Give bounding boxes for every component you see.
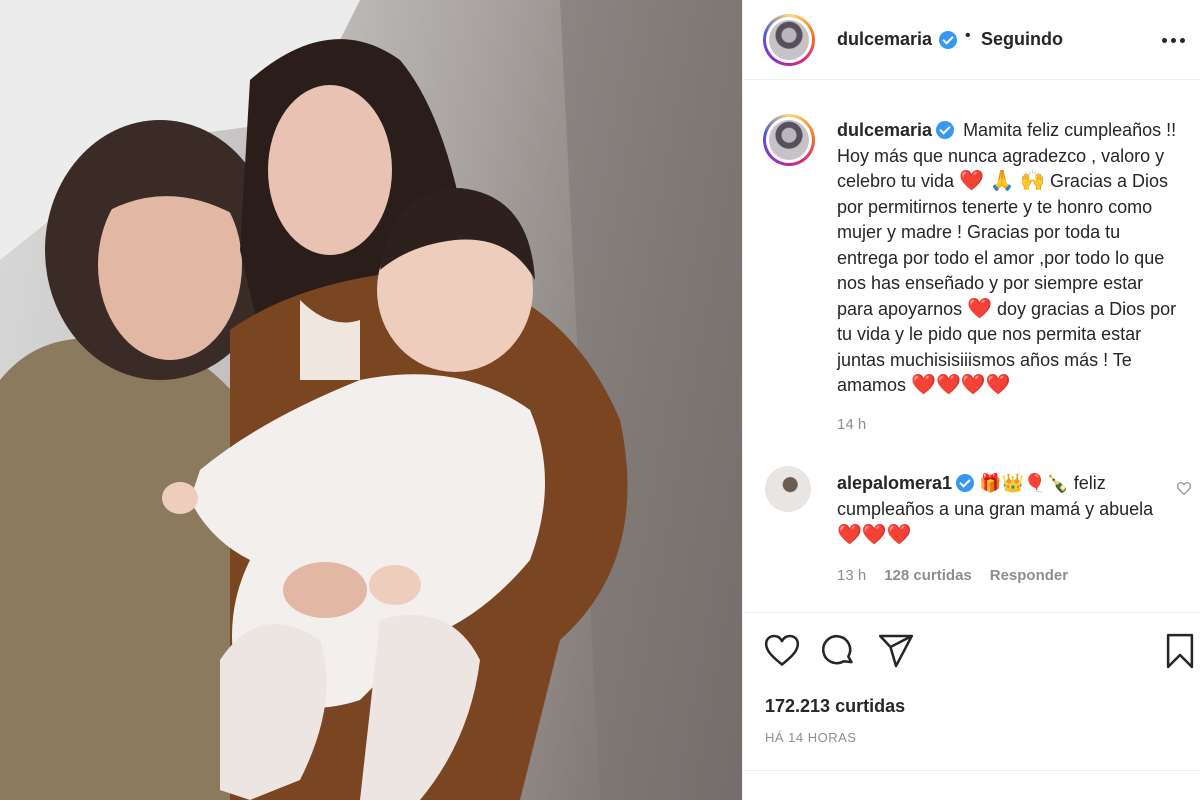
post-photo[interactable]: [0, 0, 742, 800]
more-options-icon[interactable]: [1155, 28, 1191, 52]
comment-like-icon[interactable]: [1176, 482, 1192, 499]
comment-reply-button[interactable]: Responder: [990, 567, 1068, 584]
add-comment-divider: [743, 770, 1200, 771]
post-caption: dulcemaria Mamita feliz cumpleaños !! Ho…: [837, 118, 1177, 399]
header-separator: •: [965, 27, 971, 44]
emoji-group-2: ❤️: [967, 297, 993, 320]
comment-emoji-1: 🎁👑🎈🍾: [979, 473, 1069, 493]
following-button[interactable]: Seguindo: [981, 29, 1063, 50]
comment-bubble-icon[interactable]: [819, 632, 857, 670]
verified-badge-icon: [936, 121, 955, 139]
header-username[interactable]: dulcemaria: [837, 29, 932, 50]
heart-outline-icon[interactable]: [763, 632, 801, 670]
profile-avatar-icon[interactable]: [763, 14, 815, 66]
emoji-group-3: ❤️❤️❤️❤️: [911, 374, 1011, 396]
bookmark-icon[interactable]: [1161, 632, 1199, 670]
caption-timestamp[interactable]: 14 h: [837, 416, 866, 433]
post-header: dulcemaria • Seguindo: [743, 0, 1200, 80]
actions-divider: [743, 612, 1200, 613]
comment-likes[interactable]: 128 curtidas: [884, 567, 972, 584]
photo-illustration: [0, 0, 742, 800]
comment-emoji-2: ❤️❤️❤️: [837, 524, 912, 546]
comment-meta: 13 h 128 curtidas Responder: [837, 567, 1068, 584]
caption-text-2: Gracias a Dios por permitirnos tenerte y…: [837, 171, 1168, 319]
paper-plane-icon[interactable]: [877, 632, 915, 670]
comment-username[interactable]: alepalomera1: [837, 473, 952, 493]
post-side-panel: dulcemaria • Seguindo dulcemaria Mamita …: [743, 0, 1200, 800]
comment-timestamp[interactable]: 13 h: [837, 567, 866, 584]
caption-username[interactable]: dulcemaria: [837, 120, 932, 140]
emoji-group-1: ❤️ 🙏 🙌: [959, 170, 1045, 192]
commenter-avatar-icon[interactable]: [765, 466, 811, 512]
comment-item: alepalomera1 🎁👑🎈🍾 feliz cumpleaños a una…: [837, 470, 1167, 548]
verified-badge-icon: [956, 474, 975, 492]
post-date[interactable]: HÁ 14 HORAS: [765, 730, 856, 745]
verified-badge-icon: [939, 31, 957, 49]
caption-avatar-icon[interactable]: [763, 114, 815, 166]
likes-count[interactable]: 172.213 curtidas: [765, 696, 905, 717]
